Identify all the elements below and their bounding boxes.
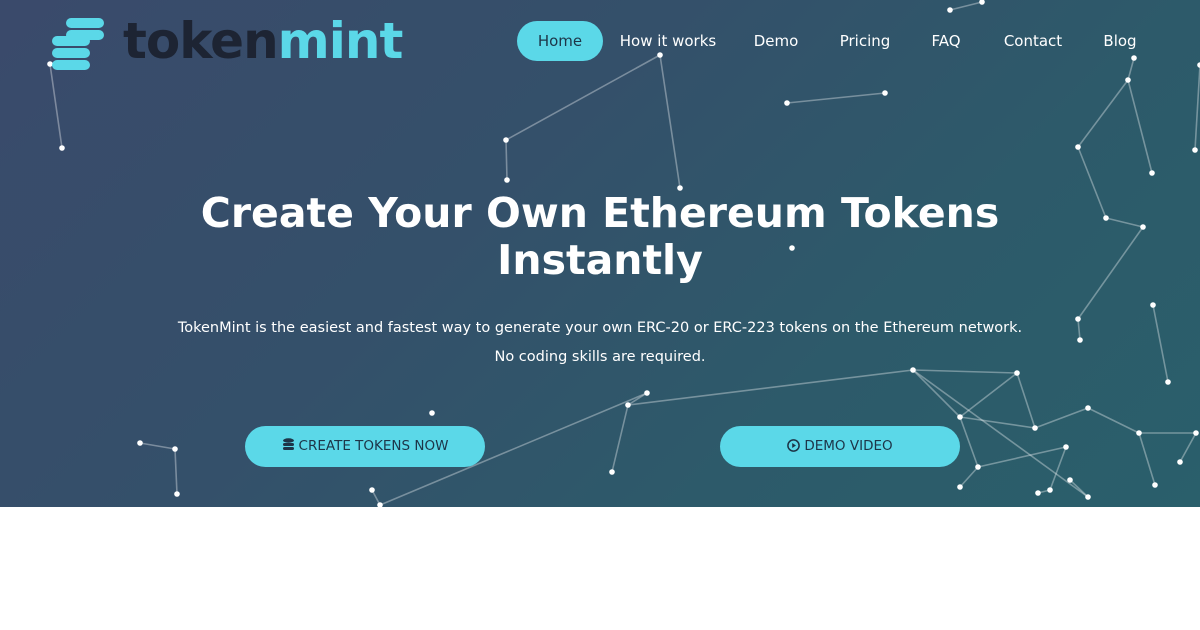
network-node	[1063, 444, 1069, 450]
network-node	[137, 440, 143, 446]
network-node	[1193, 430, 1199, 436]
hero-title-line1: Create Your Own Ethereum Tokens	[200, 189, 1000, 237]
network-line	[959, 416, 979, 468]
network-node	[1150, 302, 1156, 308]
hero-section: tokenmint Home How it works Demo Pricing…	[0, 0, 1200, 507]
create-tokens-button[interactable]: CREATE TOKENS NOW	[245, 426, 485, 467]
network-node	[1192, 147, 1198, 153]
nav-demo[interactable]: Demo	[742, 21, 810, 61]
hero-subtitle-line2: No coding skills are required.	[494, 349, 706, 365]
network-node	[1149, 170, 1155, 176]
main-nav: Home How it works Demo Pricing FAQ Conta…	[0, 0, 1200, 82]
network-line	[1152, 304, 1169, 383]
network-line	[959, 416, 1036, 429]
network-node	[172, 446, 178, 452]
network-node	[1165, 379, 1171, 385]
network-line	[627, 369, 914, 406]
network-line	[139, 442, 176, 450]
network-line	[1077, 226, 1144, 320]
nav-pricing[interactable]: Pricing	[828, 21, 902, 61]
play-circle-icon	[787, 439, 801, 452]
hero-subtitle: TokenMint is the easiest and fastest way…	[120, 314, 1080, 372]
database-icon	[282, 438, 294, 450]
network-node	[1085, 494, 1091, 500]
nav-blog[interactable]: Blog	[1093, 21, 1147, 61]
network-node	[1075, 144, 1081, 150]
nav-home[interactable]: Home	[517, 21, 603, 61]
nav-how-it-works[interactable]: How it works	[614, 21, 722, 61]
network-line	[1077, 79, 1129, 148]
network-line	[786, 92, 886, 104]
network-line	[1179, 432, 1197, 463]
network-line	[1049, 446, 1067, 491]
network-node	[1035, 490, 1041, 496]
network-node	[174, 491, 180, 497]
create-tokens-label: CREATE TOKENS NOW	[298, 438, 449, 454]
network-line	[1087, 407, 1140, 434]
network-node	[59, 145, 65, 151]
network-node	[369, 487, 375, 493]
network-node	[1047, 487, 1053, 493]
network-node	[504, 177, 510, 183]
hero-subtitle-line1: TokenMint is the easiest and fastest way…	[177, 320, 1023, 336]
network-node	[1136, 430, 1142, 436]
network-node	[957, 414, 963, 420]
network-node	[882, 90, 888, 96]
hero-title-line2: Instantly	[497, 236, 703, 284]
network-node	[503, 137, 509, 143]
network-line	[505, 139, 508, 181]
network-node	[625, 402, 631, 408]
network-node	[1152, 482, 1158, 488]
network-line	[1077, 146, 1107, 219]
network-node	[1085, 405, 1091, 411]
network-node	[1140, 224, 1146, 230]
network-line	[1034, 407, 1089, 429]
network-node	[644, 390, 650, 396]
network-line	[1127, 79, 1153, 174]
network-node	[1177, 459, 1183, 465]
hero-title: Create Your Own Ethereum Tokens Instantl…	[150, 190, 1050, 284]
network-line	[1105, 217, 1144, 228]
network-line	[912, 369, 961, 418]
network-node	[957, 484, 963, 490]
network-node	[1103, 215, 1109, 221]
network-line	[1138, 432, 1156, 486]
network-node	[784, 100, 790, 106]
network-line	[1016, 372, 1036, 429]
network-node	[1067, 477, 1073, 483]
network-node	[975, 464, 981, 470]
nav-contact[interactable]: Contact	[992, 21, 1074, 61]
network-line	[959, 466, 979, 488]
network-line	[174, 448, 178, 495]
network-node	[1032, 425, 1038, 431]
network-node	[609, 469, 615, 475]
network-line	[611, 404, 629, 473]
demo-video-button[interactable]: DEMO VIDEO	[720, 426, 960, 467]
network-node	[429, 410, 435, 416]
nav-faq[interactable]: FAQ	[920, 21, 972, 61]
demo-video-label: DEMO VIDEO	[804, 438, 893, 454]
